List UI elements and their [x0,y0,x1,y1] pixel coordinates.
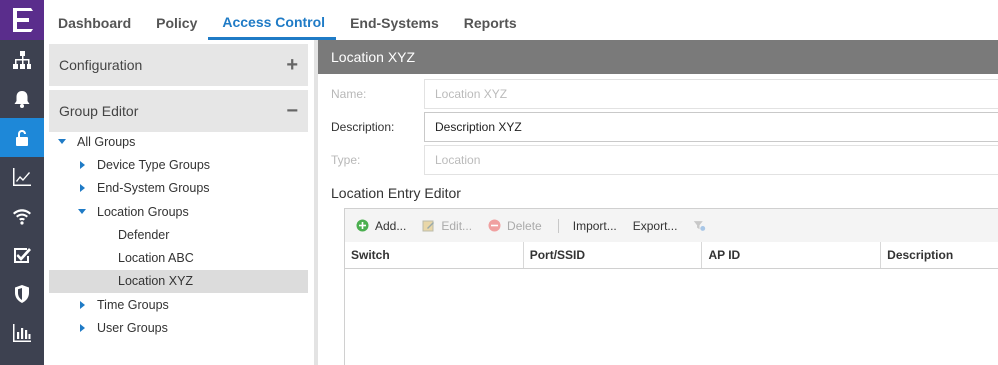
detail-title: Location XYZ [318,40,998,74]
tree-item-device-type-groups[interactable]: Device Type Groups [49,153,308,176]
top-navigation: Dashboard Policy Access Control End-Syst… [44,0,998,40]
tree-item-label: Defender [118,227,170,242]
trend-chart-icon [13,167,31,186]
unlock-icon [16,129,28,146]
expand-plus-icon[interactable]: + [286,54,298,77]
description-field[interactable]: Description XYZ [424,112,998,142]
tab-access-control[interactable]: Access Control [208,0,337,40]
toolbar-separator [557,218,559,233]
add-label: Add... [375,218,407,233]
rail-access-control[interactable] [0,118,44,157]
edit-label: Edit... [441,218,473,233]
name-field-row: Name: Location XYZ [318,79,998,109]
detail-panel: Location XYZ Name: Location XYZ Descript… [318,40,998,365]
delete-icon [488,219,501,232]
type-field-row: Type: Location [318,145,998,175]
group-tree: All Groups Device Type Groups End-System… [49,130,308,340]
column-ap-id[interactable]: AP ID [702,242,882,268]
icon-rail [0,0,44,365]
collapsed-arrow-icon[interactable] [77,183,87,193]
rail-alarms[interactable] [0,79,44,118]
bell-icon [14,90,30,108]
rail-analytics[interactable] [0,157,44,196]
rail-wireless[interactable] [0,196,44,235]
left-panel: Configuration + Group Editor − All Group… [44,40,314,365]
group-editor-header[interactable]: Group Editor − [49,90,308,132]
column-switch[interactable]: Switch [345,242,524,268]
filter-button[interactable] [693,219,712,232]
location-entry-editor: Add... Edit... Delete Import... Export..… [344,208,998,365]
tree-item-label: All Groups [77,134,136,149]
export-label: Export... [632,218,678,233]
tab-reports[interactable]: Reports [450,0,528,40]
expanded-arrow-icon[interactable] [57,137,67,147]
column-description[interactable]: Description [881,242,998,268]
export-button[interactable]: Export... [633,219,678,233]
add-button[interactable]: Add... [356,219,406,233]
configuration-label: Configuration [59,57,143,73]
tree-item-time-groups[interactable]: Time Groups [49,293,308,316]
delete-label: Delete [507,218,542,233]
tree-item-label: Time Groups [97,297,169,312]
collapsed-arrow-icon[interactable] [77,323,87,333]
app-logo[interactable] [0,0,44,40]
edit-icon [422,219,435,232]
import-label: Import... [572,218,617,233]
type-field: Location [424,145,998,175]
expanded-arrow-icon[interactable] [77,207,87,217]
add-icon [356,219,369,232]
tree-item-defender[interactable]: Defender [49,223,308,246]
group-editor-label: Group Editor [59,103,139,119]
edit-button[interactable]: Edit... [422,219,472,233]
tree-item-label: Device Type Groups [97,157,211,172]
rail-security[interactable] [0,274,44,313]
type-label: Type: [331,153,361,167]
column-port-ssid[interactable]: Port/SSID [524,242,703,268]
tree-item-all-groups[interactable]: All Groups [49,130,308,153]
tree-item-location-xyz[interactable]: Location XYZ [49,269,308,294]
wifi-icon [13,208,31,225]
description-field-row: Description: Description XYZ [318,112,998,142]
entries-table-header: Switch Port/SSID AP ID Description [345,242,998,269]
network-icon [13,50,31,69]
name-field: Location XYZ [424,79,998,109]
collapsed-arrow-icon[interactable] [77,300,87,310]
configuration-header[interactable]: Configuration + [49,44,308,86]
location-entry-editor-title: Location Entry Editor [331,185,461,201]
tree-item-label: Location ABC [118,251,194,266]
filter-icon [693,219,706,232]
editor-toolbar: Add... Edit... Delete Import... Export..… [345,209,998,242]
rail-compliance[interactable] [0,235,44,274]
description-label: Description: [331,120,395,134]
tab-policy[interactable]: Policy [142,0,208,40]
collapse-minus-icon[interactable]: − [286,100,298,123]
tree-item-label: Location Groups [97,204,189,219]
tree-item-label: End-System Groups [97,181,210,196]
bar-chart-icon [13,323,31,342]
tree-item-user-groups[interactable]: User Groups [49,316,308,339]
rail-reports[interactable] [0,313,44,352]
shield-icon [15,284,29,303]
import-button[interactable]: Import... [573,219,617,233]
logo-e-icon [13,8,33,32]
delete-button[interactable]: Delete [488,219,542,233]
checkbox-icon [14,247,31,263]
collapsed-arrow-icon[interactable] [77,160,87,170]
tab-end-systems[interactable]: End-Systems [336,0,450,40]
tree-item-label: User Groups [97,321,168,336]
tree-item-location-abc[interactable]: Location ABC [49,246,308,269]
name-label: Name: [331,87,367,101]
tree-item-end-system-groups[interactable]: End-System Groups [49,177,308,200]
tree-item-location-groups[interactable]: Location Groups [49,200,308,223]
rail-network[interactable] [0,40,44,79]
tree-item-label: Location XYZ [118,274,194,289]
tab-dashboard[interactable]: Dashboard [44,0,142,40]
